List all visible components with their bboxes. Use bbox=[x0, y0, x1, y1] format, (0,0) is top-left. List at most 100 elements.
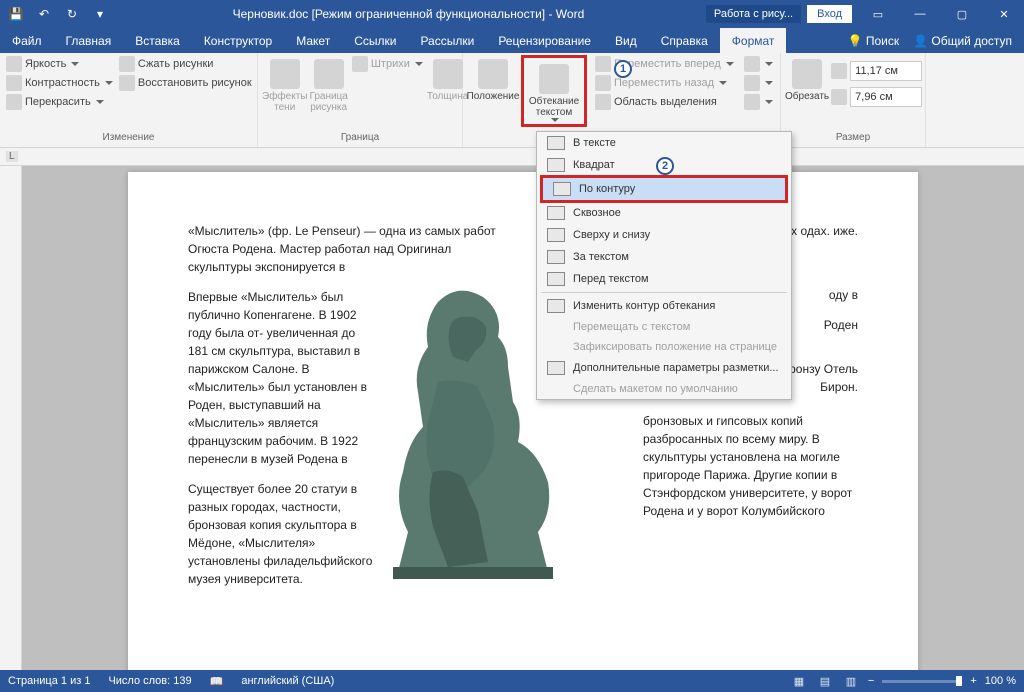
selection-pane-button[interactable]: Область выделения bbox=[593, 93, 736, 111]
wrap-through-icon bbox=[547, 206, 565, 220]
reset-icon bbox=[119, 75, 135, 91]
wrap-inline[interactable]: В тексте bbox=[537, 132, 791, 154]
tab-layout[interactable]: Макет bbox=[284, 28, 342, 53]
wrap-topbottom[interactable]: Сверху и снизу bbox=[537, 224, 791, 246]
titlebar: 💾 ↶ ↻ ▾ Черновик.doc [Режим ограниченной… bbox=[0, 0, 1024, 28]
vertical-ruler[interactable] bbox=[0, 166, 22, 670]
callout-badge-1: 1 bbox=[614, 60, 632, 78]
wrap-text-button[interactable]: Обтекание текстом bbox=[526, 60, 582, 122]
zoom-out-button[interactable]: − bbox=[868, 675, 874, 687]
maximize-icon[interactable]: ▢ bbox=[942, 0, 982, 28]
right-text-5[interactable]: бронзовых и гипсовых копий разбросанных … bbox=[643, 412, 858, 520]
wrap-front[interactable]: Перед текстом bbox=[537, 268, 791, 290]
qat-dropdown-icon[interactable]: ▾ bbox=[89, 3, 111, 25]
search-label: Поиск bbox=[866, 34, 899, 48]
group-adjust-label: Изменение bbox=[4, 132, 253, 145]
shadow-icon bbox=[270, 59, 300, 89]
align-icon bbox=[744, 56, 760, 72]
close-icon[interactable]: ✕ bbox=[984, 0, 1024, 28]
tab-home[interactable]: Главная bbox=[54, 28, 124, 53]
wrap-behind-icon bbox=[547, 250, 565, 264]
redo-icon[interactable]: ↻ bbox=[61, 3, 83, 25]
group-border-label: Граница bbox=[262, 132, 458, 145]
login-button[interactable]: Вход bbox=[807, 5, 852, 23]
tab-mailings[interactable]: Рассылки bbox=[408, 28, 486, 53]
height-input[interactable]: 11,17 см bbox=[850, 61, 922, 81]
group-button[interactable] bbox=[742, 74, 775, 92]
tab-references[interactable]: Ссылки bbox=[342, 28, 408, 53]
group-icon bbox=[744, 75, 760, 91]
page: «Мыслитель» (фр. Le Penseur) — одна из с… bbox=[128, 172, 918, 670]
dropdown-separator bbox=[541, 292, 787, 293]
page-number[interactable]: Страница 1 из 1 bbox=[8, 675, 90, 687]
tab-review[interactable]: Рецензирование bbox=[486, 28, 603, 53]
height-icon bbox=[831, 63, 847, 79]
tab-view[interactable]: Вид bbox=[603, 28, 649, 53]
picture-border-button[interactable]: Граница рисунка bbox=[309, 55, 347, 113]
recolor-icon bbox=[6, 94, 22, 110]
tab-insert[interactable]: Вставка bbox=[123, 28, 192, 53]
zoom-in-button[interactable]: + bbox=[970, 675, 976, 687]
save-icon[interactable]: 💾 bbox=[5, 3, 27, 25]
reset-picture-button[interactable]: Восстановить рисунок bbox=[117, 74, 254, 92]
position-button[interactable]: Положение bbox=[467, 55, 519, 102]
wrap-inline-icon bbox=[547, 136, 565, 150]
contrast-icon bbox=[6, 75, 22, 91]
callout-badge-2: 2 bbox=[656, 157, 674, 175]
wrap-tight-highlight: По контуру bbox=[540, 175, 788, 203]
align-button[interactable] bbox=[742, 55, 775, 73]
wrap-behind[interactable]: За текстом bbox=[537, 246, 791, 268]
crop-button[interactable]: Обрезать bbox=[785, 55, 829, 102]
tab-design[interactable]: Конструктор bbox=[192, 28, 284, 53]
weight-icon bbox=[433, 59, 463, 89]
brightness-button[interactable]: Яркость bbox=[4, 55, 115, 73]
more-options-icon bbox=[547, 361, 565, 375]
zoom-level[interactable]: 100 % bbox=[985, 675, 1016, 687]
language-status[interactable]: английский (США) bbox=[241, 675, 334, 687]
horizontal-ruler[interactable]: L bbox=[0, 148, 1024, 166]
wrap-tight-icon bbox=[553, 182, 571, 196]
forward-icon bbox=[595, 56, 611, 72]
status-bar: Страница 1 из 1 Число слов: 139 📖 англий… bbox=[0, 670, 1024, 692]
minimize-icon[interactable]: ― bbox=[900, 0, 940, 28]
word-count[interactable]: Число слов: 139 bbox=[108, 675, 191, 687]
document-area[interactable]: «Мыслитель» (фр. Le Penseur) — одна из с… bbox=[22, 166, 1024, 670]
compress-pictures-button[interactable]: Сжать рисунки bbox=[117, 55, 254, 73]
tab-help[interactable]: Справка bbox=[649, 28, 720, 53]
dashes-button[interactable]: Штрихи bbox=[350, 55, 425, 73]
web-layout-icon[interactable]: ▥ bbox=[842, 674, 860, 688]
contrast-button[interactable]: Контрастность bbox=[4, 74, 115, 92]
set-default-layout: Сделать макетом по умолчанию bbox=[537, 379, 791, 399]
tab-format[interactable]: Формат bbox=[720, 28, 787, 53]
rotate-icon bbox=[744, 94, 760, 110]
width-icon bbox=[831, 89, 847, 105]
wrap-tight[interactable]: По контуру bbox=[543, 178, 785, 200]
spellcheck-icon[interactable]: 📖 bbox=[210, 675, 224, 688]
workspace: «Мыслитель» (фр. Le Penseur) — одна из с… bbox=[0, 166, 1024, 670]
rotate-button[interactable] bbox=[742, 93, 775, 111]
picture-tools-tab[interactable]: Работа с рису... bbox=[706, 5, 801, 23]
ribbon-tabs: Файл Главная Вставка Конструктор Макет С… bbox=[0, 28, 1024, 53]
send-backward-button[interactable]: Переместить назад bbox=[593, 74, 736, 92]
search-button[interactable]: 💡 Поиск bbox=[848, 34, 900, 48]
print-layout-icon[interactable]: ▤ bbox=[816, 674, 834, 688]
move-with-text: Перемещать с текстом bbox=[537, 317, 791, 337]
width-input[interactable]: 7,96 см bbox=[850, 87, 922, 107]
more-layout-options[interactable]: Дополнительные параметры разметки... bbox=[537, 357, 791, 379]
share-button[interactable]: 👤 Общий доступ bbox=[913, 34, 1012, 48]
zoom-slider[interactable] bbox=[882, 680, 962, 683]
backward-icon bbox=[595, 75, 611, 91]
paragraph-1[interactable]: «Мыслитель» (фр. Le Penseur) — одна из с… bbox=[188, 222, 498, 276]
recolor-button[interactable]: Перекрасить bbox=[4, 93, 115, 111]
shadow-effects-button[interactable]: Эффекты тени bbox=[262, 55, 307, 113]
quick-access-toolbar: 💾 ↶ ↻ ▾ bbox=[0, 3, 111, 25]
fix-position: Зафиксировать положение на странице bbox=[537, 337, 791, 357]
edit-wrap-points[interactable]: Изменить контур обтекания bbox=[537, 295, 791, 317]
tab-file[interactable]: Файл bbox=[0, 28, 54, 53]
undo-icon[interactable]: ↶ bbox=[33, 3, 55, 25]
brightness-icon bbox=[6, 56, 22, 72]
wrap-through[interactable]: Сквозное bbox=[537, 202, 791, 224]
ribbon-options-icon[interactable]: ▭ bbox=[858, 0, 898, 28]
read-mode-icon[interactable]: ▦ bbox=[790, 674, 808, 688]
wrap-text-highlight: Обтекание текстом bbox=[521, 55, 587, 127]
